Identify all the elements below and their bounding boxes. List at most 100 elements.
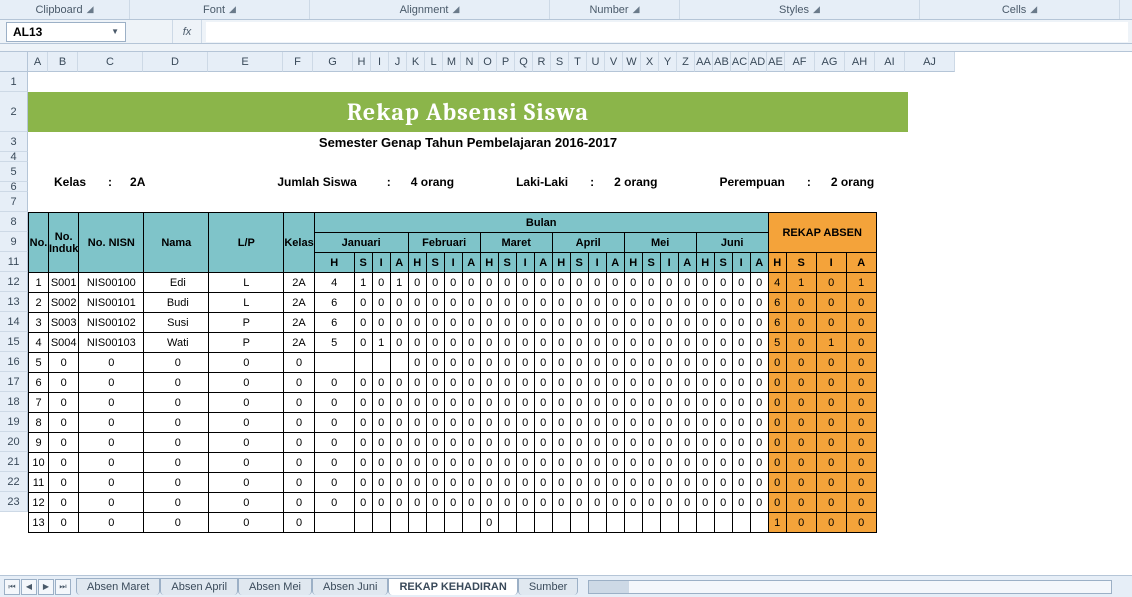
row-header-21[interactable]: 21 xyxy=(0,452,28,472)
row-header-5[interactable]: 5 xyxy=(0,162,28,182)
col-header-AF[interactable]: AF xyxy=(785,52,815,72)
table-row[interactable]: 130000001000 xyxy=(29,513,907,533)
col-header-D[interactable]: D xyxy=(143,52,208,72)
tab-nav-first-icon[interactable]: ⏮ xyxy=(4,579,20,595)
col-header-AC[interactable]: AC xyxy=(731,52,749,72)
table-row[interactable]: 6000000000000000000000000000000000 xyxy=(29,373,907,393)
sheet-tab[interactable]: REKAP KEHADIRAN xyxy=(388,578,517,595)
col-header-B[interactable]: B xyxy=(48,52,78,72)
col-header-Y[interactable]: Y xyxy=(659,52,677,72)
row-header-11[interactable]: 11 xyxy=(0,252,28,272)
col-header-L[interactable]: L xyxy=(425,52,443,72)
row-header-13[interactable]: 13 xyxy=(0,292,28,312)
col-header-H[interactable]: H xyxy=(353,52,371,72)
row-header-18[interactable]: 18 xyxy=(0,392,28,412)
col-header-AG[interactable]: AG xyxy=(815,52,845,72)
formula-input[interactable] xyxy=(206,22,1128,42)
row-header-7[interactable]: 7 xyxy=(0,192,28,212)
table-row[interactable]: 500000000000000000000000000000 xyxy=(29,353,907,373)
tab-nav-next-icon[interactable]: ▶ xyxy=(38,579,54,595)
row-header-15[interactable]: 15 xyxy=(0,332,28,352)
col-header-R[interactable]: R xyxy=(533,52,551,72)
laki-value: 2 orang xyxy=(614,175,657,189)
table-row[interactable]: 3S003NIS00102SusiP2A60000000000000000000… xyxy=(29,313,907,333)
col-header-AD[interactable]: AD xyxy=(749,52,767,72)
col-header-T[interactable]: T xyxy=(569,52,587,72)
table-row[interactable]: 9000000000000000000000000000000000 xyxy=(29,433,907,453)
col-header-AI[interactable]: AI xyxy=(875,52,905,72)
col-header-M[interactable]: M xyxy=(443,52,461,72)
col-header-Z[interactable]: Z xyxy=(677,52,695,72)
row-header-23[interactable]: 23 xyxy=(0,492,28,512)
col-header-G[interactable]: G xyxy=(313,52,353,72)
row-header-19[interactable]: 19 xyxy=(0,412,28,432)
table-row[interactable]: 8000000000000000000000000000000000 xyxy=(29,413,907,433)
row-header-8[interactable]: 8 xyxy=(0,212,28,232)
row-header-12[interactable]: 12 xyxy=(0,272,28,292)
dialog-launcher-icon[interactable]: ◢ xyxy=(633,4,640,15)
row-headers: 12345678911121314151617181920212223 xyxy=(0,52,28,575)
col-header-S[interactable]: S xyxy=(551,52,569,72)
col-header-F[interactable]: F xyxy=(283,52,313,72)
row-header-3[interactable]: 3 xyxy=(0,132,28,152)
ribbon-group-alignment: Alignment◢ xyxy=(310,0,550,19)
dialog-launcher-icon[interactable]: ◢ xyxy=(229,4,236,15)
select-all-corner[interactable] xyxy=(0,52,28,72)
tab-nav-last-icon[interactable]: ⏭ xyxy=(55,579,71,595)
col-header-AA[interactable]: AA xyxy=(695,52,713,72)
col-header-AB[interactable]: AB xyxy=(713,52,731,72)
col-header-W[interactable]: W xyxy=(623,52,641,72)
tab-nav-prev-icon[interactable]: ◀ xyxy=(21,579,37,595)
sheet-tab[interactable]: Sumber xyxy=(518,578,579,595)
col-header-U[interactable]: U xyxy=(587,52,605,72)
table-row[interactable]: 12000000000000000000000000000000000 xyxy=(29,493,907,513)
col-header-AJ[interactable]: AJ xyxy=(905,52,955,72)
row-header-22[interactable]: 22 xyxy=(0,472,28,492)
table-row[interactable]: 7000000000000000000000000000000000 xyxy=(29,393,907,413)
col-header-A[interactable]: A xyxy=(28,52,48,72)
sheet-tab[interactable]: Absen April xyxy=(160,578,238,595)
horizontal-scrollbar[interactable] xyxy=(588,580,1112,594)
table-row[interactable]: 10000000000000000000000000000000000 xyxy=(29,453,907,473)
sheet-tab[interactable]: Absen Mei xyxy=(238,578,312,595)
scrollbar-thumb[interactable] xyxy=(589,581,629,593)
col-header-AH[interactable]: AH xyxy=(845,52,875,72)
row-header-14[interactable]: 14 xyxy=(0,312,28,332)
name-box-dropdown-icon[interactable]: ▼ xyxy=(111,27,119,36)
row-header-2[interactable]: 2 xyxy=(0,92,28,132)
name-box[interactable]: AL13 ▼ xyxy=(6,22,126,42)
col-header-C[interactable]: C xyxy=(78,52,143,72)
row-header-6[interactable]: 6 xyxy=(0,182,28,192)
attendance-table[interactable]: No.No. IndukNo. NISNNamaL/PKelasBulanREK… xyxy=(28,212,907,533)
col-header-V[interactable]: V xyxy=(605,52,623,72)
sheet-tab[interactable]: Absen Maret xyxy=(76,578,160,595)
dialog-launcher-icon[interactable]: ◢ xyxy=(813,4,820,15)
row-header-20[interactable]: 20 xyxy=(0,432,28,452)
col-header-K[interactable]: K xyxy=(407,52,425,72)
row-header-4[interactable]: 4 xyxy=(0,152,28,162)
table-row[interactable]: 1S001NIS00100EdiL2A410100000000000000000… xyxy=(29,273,907,293)
col-header-O[interactable]: O xyxy=(479,52,497,72)
dialog-launcher-icon[interactable]: ◢ xyxy=(453,4,460,15)
row-header-1[interactable]: 1 xyxy=(0,72,28,92)
row-header-16[interactable]: 16 xyxy=(0,352,28,372)
col-header-P[interactable]: P xyxy=(497,52,515,72)
dialog-launcher-icon[interactable]: ◢ xyxy=(1030,4,1037,15)
fx-label[interactable]: fx xyxy=(172,20,202,43)
row-header-17[interactable]: 17 xyxy=(0,372,28,392)
sheet-tab[interactable]: Absen Juni xyxy=(312,578,388,595)
col-header-J[interactable]: J xyxy=(389,52,407,72)
sheet-area[interactable]: ABCDEFGHIJKLMNOPQRSTUVWXYZAAABACADAEAFAG… xyxy=(28,52,1132,575)
dialog-launcher-icon[interactable]: ◢ xyxy=(87,4,94,15)
col-header-I[interactable]: I xyxy=(371,52,389,72)
table-row[interactable]: 4S004NIS00103WatiP2A50100000000000000000… xyxy=(29,333,907,353)
table-row[interactable]: 2S002NIS00101BudiL2A60000000000000000000… xyxy=(29,293,907,313)
col-header-E[interactable]: E xyxy=(208,52,283,72)
row-header-9[interactable]: 9 xyxy=(0,232,28,252)
info-row: Kelas : 2A Jumlah Siswa : 4 orang Laki-L… xyxy=(28,172,880,192)
col-header-Q[interactable]: Q xyxy=(515,52,533,72)
col-header-N[interactable]: N xyxy=(461,52,479,72)
table-row[interactable]: 11000000000000000000000000000000000 xyxy=(29,473,907,493)
col-header-X[interactable]: X xyxy=(641,52,659,72)
col-header-AE[interactable]: AE xyxy=(767,52,785,72)
